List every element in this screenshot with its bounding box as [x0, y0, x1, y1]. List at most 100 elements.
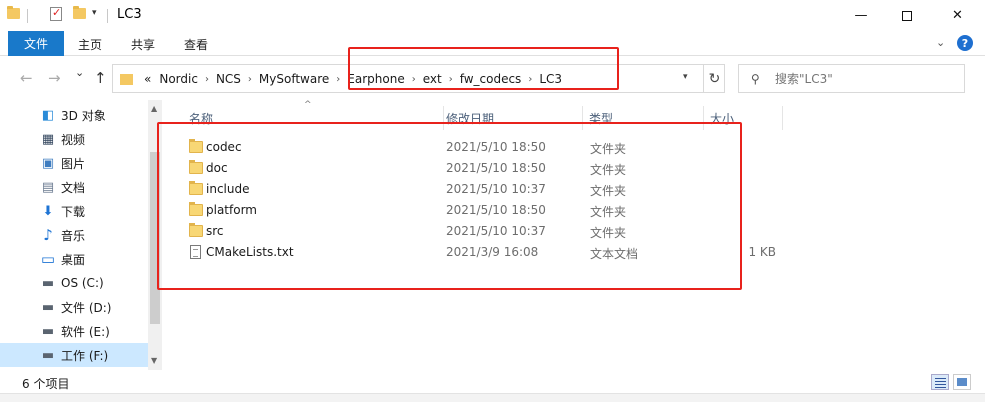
sidebar-item-pictures[interactable]: ▣ 图片 [0, 151, 148, 175]
breadcrumb-item[interactable]: Nordic [159, 72, 198, 86]
file-modified: 2021/5/10 18:50 [446, 203, 546, 217]
sidebar-item-drive-d[interactable]: ▬ 文件 (D:) [0, 295, 148, 319]
refresh-button[interactable]: ↻ [703, 65, 725, 92]
chevron-right-icon[interactable]: › [412, 74, 416, 85]
column-headers: ^ 名称 修改日期 类型 大小 [163, 100, 985, 130]
file-type: 文件夹 [590, 205, 627, 219]
breadcrumb: « Nordic › NCS › MySoftware › Earphone ›… [140, 72, 566, 86]
close-button[interactable]: ✕ [930, 0, 985, 31]
forward-button[interactable]: → [48, 69, 61, 87]
file-modified: 2021/5/10 18:50 [446, 161, 546, 175]
help-icon[interactable]: ? [957, 35, 973, 51]
file-row[interactable]: src 2021/5/10 10:37 文件夹 [180, 221, 980, 242]
file-row[interactable]: codec 2021/5/10 18:50 文件夹 [180, 137, 980, 158]
sidebar-item-drive-e[interactable]: ▬ 软件 (E:) [0, 319, 148, 343]
quick-access-dropdown-icon[interactable]: ▾ [92, 8, 97, 18]
sidebar-item-label: 图片 [61, 156, 86, 171]
sidebar-item-documents[interactable]: ▤ 文档 [0, 175, 148, 199]
file-name: platform [206, 203, 257, 217]
large-icons-view-button[interactable] [953, 374, 971, 390]
breadcrumb-item[interactable]: LC3 [539, 72, 562, 86]
file-type: 文本文档 [590, 247, 639, 261]
up-button[interactable]: ↑ [94, 69, 107, 87]
sidebar-item-videos[interactable]: ▦ 视频 [0, 127, 148, 151]
address-dropdown-icon[interactable]: ▾ [683, 72, 688, 82]
file-row[interactable]: platform 2021/5/10 18:50 文件夹 [180, 200, 980, 221]
sidebar-item-music[interactable]: ♪ 音乐 [0, 223, 148, 247]
chevron-right-icon[interactable]: › [248, 74, 252, 85]
maximize-button[interactable] [884, 0, 930, 31]
file-type: 文件夹 [590, 226, 627, 240]
sidebar-item-label: 音乐 [61, 228, 86, 243]
folder-icon [189, 160, 203, 174]
drive-c-icon: ▬ [41, 275, 55, 291]
breadcrumb-overflow[interactable]: « [144, 72, 151, 86]
recent-locations-button[interactable]: ⌄ [75, 66, 84, 79]
details-view-button[interactable] [931, 374, 949, 390]
breadcrumb-item[interactable]: fw_codecs [460, 72, 522, 86]
search-box[interactable]: ⚲ [738, 64, 965, 93]
expand-ribbon-icon[interactable]: ⌄ [936, 36, 945, 49]
drive-f-icon: ▬ [41, 347, 55, 363]
sidebar-item-label: 文档 [61, 180, 86, 195]
column-header-name[interactable]: 名称 [181, 106, 443, 130]
text-file-icon [190, 245, 201, 259]
picture-icon: ▣ [41, 155, 55, 171]
breadcrumb-item[interactable]: MySoftware [259, 72, 329, 86]
sidebar-item-label: 工作 (F:) [61, 348, 109, 363]
file-type: 文件夹 [590, 163, 627, 177]
properties-icon[interactable] [50, 6, 62, 21]
breadcrumb-item[interactable]: NCS [216, 72, 241, 86]
chevron-right-icon[interactable]: › [528, 74, 532, 85]
navigation-bar: ← → ⌄ ↑ « Nordic › NCS › MySoftware › Ea… [0, 57, 985, 99]
scrollbar-thumb[interactable] [150, 152, 160, 324]
window-title: LC3 [117, 7, 142, 22]
new-folder-icon[interactable] [73, 6, 86, 19]
tab-share[interactable]: 共享 [131, 36, 155, 53]
video-icon: ▦ [41, 131, 55, 147]
sidebar-item-drive-f[interactable]: ▬ 工作 (F:) [0, 343, 148, 367]
minimize-button[interactable]: — [838, 0, 884, 31]
chevron-right-icon[interactable]: › [205, 74, 209, 85]
file-name: include [206, 182, 250, 196]
file-type: 文件夹 [590, 184, 627, 198]
file-name: CMakeLists.txt [206, 245, 294, 259]
sidebar-item-3d-objects[interactable]: ◧ 3D 对象 [0, 103, 148, 127]
sidebar-item-label: 软件 (E:) [61, 324, 110, 339]
sidebar-item-downloads[interactable]: ⬇ 下载 [0, 199, 148, 223]
tab-view[interactable]: 查看 [184, 36, 208, 53]
breadcrumb-item[interactable]: Earphone [347, 72, 404, 86]
file-type: 文件夹 [590, 142, 627, 156]
folder-icon [189, 202, 203, 216]
drive-e-icon: ▬ [41, 323, 55, 339]
file-row[interactable]: doc 2021/5/10 18:50 文件夹 [180, 158, 980, 179]
column-header-size[interactable]: 大小 [702, 106, 782, 130]
item-count: 6 个项目 [22, 377, 70, 391]
sidebar-scrollbar[interactable]: ▲ ▼ [148, 100, 162, 370]
scroll-up-icon[interactable]: ▲ [151, 104, 157, 113]
column-header-modified[interactable]: 修改日期 [438, 106, 582, 130]
back-button[interactable]: ← [20, 69, 33, 87]
maximize-icon [902, 10, 912, 21]
cube-icon: ◧ [41, 107, 55, 123]
address-bar[interactable]: « Nordic › NCS › MySoftware › Earphone ›… [112, 64, 725, 93]
tab-home[interactable]: 主页 [78, 36, 102, 53]
search-input[interactable] [775, 70, 955, 88]
sidebar-item-drive-c[interactable]: ▬ OS (C:) [0, 271, 148, 295]
folder-icon [189, 139, 203, 153]
folder-icon [189, 181, 203, 195]
file-modified: 2021/5/10 18:50 [446, 140, 546, 154]
navigation-pane: ◧ 3D 对象 ▦ 视频 ▣ 图片 ▤ 文档 ⬇ 下载 ♪ 音乐 ▭ 桌面 ▬ … [0, 100, 148, 370]
tab-file[interactable]: 文件 [8, 31, 64, 56]
file-row[interactable]: include 2021/5/10 10:37 文件夹 [180, 179, 980, 200]
sidebar-item-desktop[interactable]: ▭ 桌面 [0, 247, 148, 271]
chevron-right-icon[interactable]: › [336, 74, 340, 85]
sidebar-item-label: 桌面 [61, 252, 86, 267]
column-header-type[interactable]: 类型 [581, 106, 703, 130]
chevron-right-icon[interactable]: › [449, 74, 453, 85]
file-row[interactable]: CMakeLists.txt 2021/3/9 16:08 文本文档 1 KB [180, 242, 980, 263]
column-divider[interactable] [782, 106, 783, 130]
breadcrumb-item[interactable]: ext [423, 72, 442, 86]
file-name: codec [206, 140, 242, 154]
scroll-down-icon[interactable]: ▼ [151, 356, 157, 365]
